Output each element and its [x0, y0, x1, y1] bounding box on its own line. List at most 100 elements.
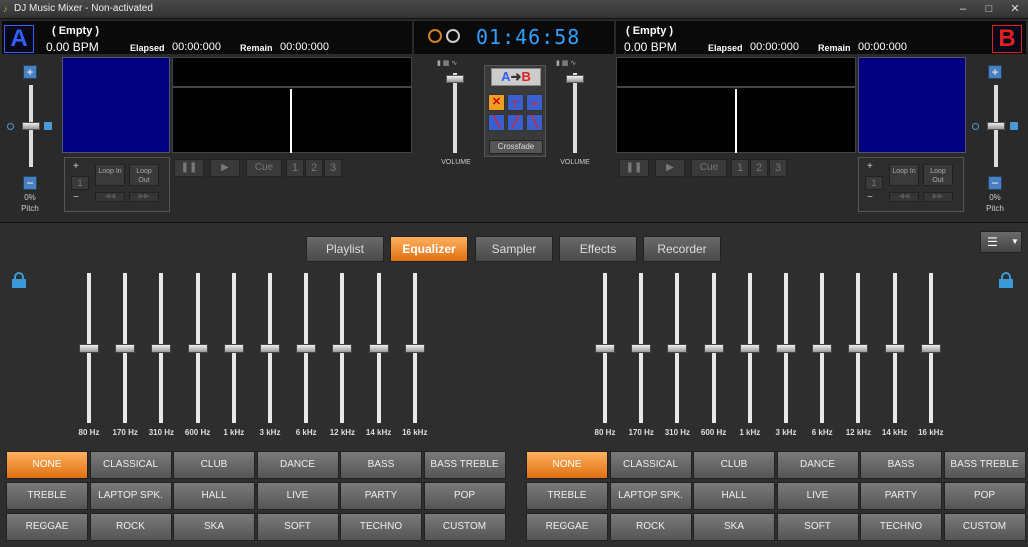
eq-b-preset-button[interactable]: CLASSICAL [609, 451, 692, 479]
deck-b-hotcue-2[interactable]: 2 [750, 159, 768, 177]
eq-b-preset-button[interactable]: BASS TREBLE [943, 451, 1026, 479]
eq-b-preset-button[interactable]: CLUB [693, 451, 775, 479]
deck-b-loop-back-button[interactable]: ◀◀ [889, 192, 919, 202]
eq-a-band-slider[interactable] [151, 344, 172, 353]
eq-a-band-slider[interactable] [404, 344, 425, 353]
deck-b-loop-fwd-button[interactable]: ▶▶ [923, 192, 953, 202]
eq-a-preset-button[interactable]: SOFT [256, 513, 339, 541]
eq-b-preset-button[interactable]: SOFT [776, 513, 859, 541]
xfade-mode-5-button[interactable]: ╱ [507, 114, 524, 131]
eq-b-band-slider[interactable] [848, 344, 869, 353]
deck-b-pause-button[interactable]: ❚❚ [619, 159, 649, 177]
deck-a-cue-button[interactable]: Cue [246, 159, 282, 177]
deck-a-loop-back-button[interactable]: ◀◀ [95, 192, 125, 202]
xfade-mode-4-button[interactable]: ╲ [488, 114, 505, 131]
eq-a-preset-button[interactable]: REGGAE [6, 513, 88, 541]
xfade-mode-3-button[interactable]: ⌄ [526, 94, 543, 111]
tab-recorder[interactable]: Recorder [643, 236, 721, 262]
tab-playlist[interactable]: Playlist [306, 236, 384, 262]
deck-a-reset-icon[interactable] [7, 123, 14, 130]
eq-b-preset-button[interactable]: LIVE [776, 482, 859, 510]
eq-a-preset-button[interactable]: PARTY [340, 482, 422, 510]
eq-a-band-slider[interactable] [332, 344, 353, 353]
eq-a-preset-button[interactable]: CLUB [173, 451, 255, 479]
eq-left-lock-icon[interactable] [12, 272, 26, 288]
eq-b-band-slider[interactable] [920, 344, 941, 353]
deck-b-pitch-up-button[interactable]: + [988, 65, 1002, 79]
list-menu-button[interactable]: ☰ ▼ [980, 231, 1022, 253]
eq-a-preset-button[interactable]: HALL [173, 482, 255, 510]
eq-b-preset-button[interactable]: CUSTOM [943, 513, 1026, 541]
volume-a-slider[interactable] [446, 75, 464, 83]
eq-b-preset-button[interactable]: SKA [693, 513, 775, 541]
eq-a-preset-button[interactable]: TREBLE [6, 482, 88, 510]
deck-b-reset-icon[interactable] [972, 123, 979, 130]
eq-a-preset-button[interactable]: POP [423, 482, 506, 510]
minimize-button[interactable]: – [950, 0, 976, 18]
eq-a-preset-button[interactable]: DANCE [256, 451, 339, 479]
a-to-b-button[interactable]: A➜B [491, 68, 541, 86]
eq-b-preset-button[interactable]: POP [943, 482, 1026, 510]
deck-a-hotcue-1[interactable]: 1 [286, 159, 304, 177]
tab-effects[interactable]: Effects [559, 236, 637, 262]
eq-b-band-slider[interactable] [667, 344, 688, 353]
eq-b-preset-button[interactable]: PARTY [860, 482, 942, 510]
eq-a-band-slider[interactable] [260, 344, 280, 353]
maximize-button[interactable]: □ [976, 0, 1002, 18]
deck-b-loop-in-button[interactable]: Loop In [889, 164, 919, 186]
eq-b-preset-button[interactable]: BASS [860, 451, 942, 479]
eq-a-preset-button[interactable]: LIVE [256, 482, 339, 510]
deck-a-play-button[interactable]: ▶ [210, 159, 240, 177]
crossfade-button[interactable]: Crossfade [489, 140, 543, 154]
deck-a-loop-fwd-button[interactable]: ▶▶ [129, 192, 159, 202]
eq-a-preset-button[interactable]: CLASSICAL [89, 451, 172, 479]
deck-b-loop-plus[interactable]: + [867, 161, 873, 172]
eq-a-preset-button[interactable]: BASS [340, 451, 422, 479]
deck-a-loop-in-button[interactable]: Loop In [95, 164, 125, 186]
eq-a-band-slider[interactable] [223, 344, 244, 353]
eq-a-preset-button[interactable]: CUSTOM [423, 513, 506, 541]
eq-b-band-slider[interactable] [739, 344, 760, 353]
eq-b-preset-button[interactable]: ROCK [609, 513, 692, 541]
eq-b-preset-button[interactable]: NONE [526, 451, 608, 479]
eq-a-band-slider[interactable] [187, 344, 208, 353]
deck-b-loop-out-button[interactable]: Loop Out [923, 164, 953, 186]
deck-b-cue-button[interactable]: Cue [691, 159, 727, 177]
deck-a-loop-out-button[interactable]: Loop Out [129, 164, 159, 186]
deck-b-hotcue-3[interactable]: 3 [769, 159, 787, 177]
close-button[interactable]: ✕ [1002, 0, 1028, 18]
deck-a-loop-plus[interactable]: + [73, 161, 79, 172]
eq-a-preset-button[interactable]: BASS TREBLE [423, 451, 506, 479]
deck-b-pitch-down-button[interactable]: − [988, 176, 1002, 190]
deck-a-hotcue-3[interactable]: 3 [324, 159, 342, 177]
eq-a-preset-button[interactable]: ROCK [89, 513, 172, 541]
eq-b-preset-button[interactable]: REGGAE [526, 513, 608, 541]
eq-b-band-slider[interactable] [595, 344, 615, 353]
tab-sampler[interactable]: Sampler [475, 236, 553, 262]
xfade-mode-2-button[interactable]: ┬ [507, 94, 524, 111]
eq-a-band-slider[interactable] [368, 344, 389, 353]
deck-b-loop-minus[interactable]: − [867, 192, 873, 203]
volume-b-slider[interactable] [566, 75, 584, 83]
deck-b-pitch-slider[interactable] [987, 122, 1005, 130]
eq-b-band-slider[interactable] [812, 344, 833, 353]
eq-b-preset-button[interactable]: LAPTOP SPK. [609, 482, 692, 510]
eq-b-band-slider[interactable] [631, 344, 652, 353]
xfade-mode-6-button[interactable]: ╲ [526, 114, 543, 131]
eq-b-preset-button[interactable]: DANCE [776, 451, 859, 479]
eq-a-preset-button[interactable]: LAPTOP SPK. [89, 482, 172, 510]
eq-a-preset-button[interactable]: SKA [173, 513, 255, 541]
deck-b-lock-icon[interactable] [1010, 122, 1018, 130]
eq-right-lock-icon[interactable] [999, 272, 1013, 288]
deck-a-loop-minus[interactable]: − [73, 192, 79, 203]
eq-a-preset-button[interactable]: NONE [6, 451, 88, 479]
tab-equalizer[interactable]: Equalizer [390, 236, 468, 262]
deck-a-waveform[interactable] [172, 87, 412, 153]
deck-b-hotcue-1[interactable]: 1 [731, 159, 749, 177]
eq-a-band-slider[interactable] [296, 344, 317, 353]
deck-a-pause-button[interactable]: ❚❚ [174, 159, 204, 177]
eq-b-band-slider[interactable] [703, 344, 724, 353]
eq-b-preset-button[interactable]: TREBLE [526, 482, 608, 510]
deck-a-pitch-slider[interactable] [22, 122, 40, 130]
deck-a-lock-icon[interactable] [44, 122, 52, 130]
